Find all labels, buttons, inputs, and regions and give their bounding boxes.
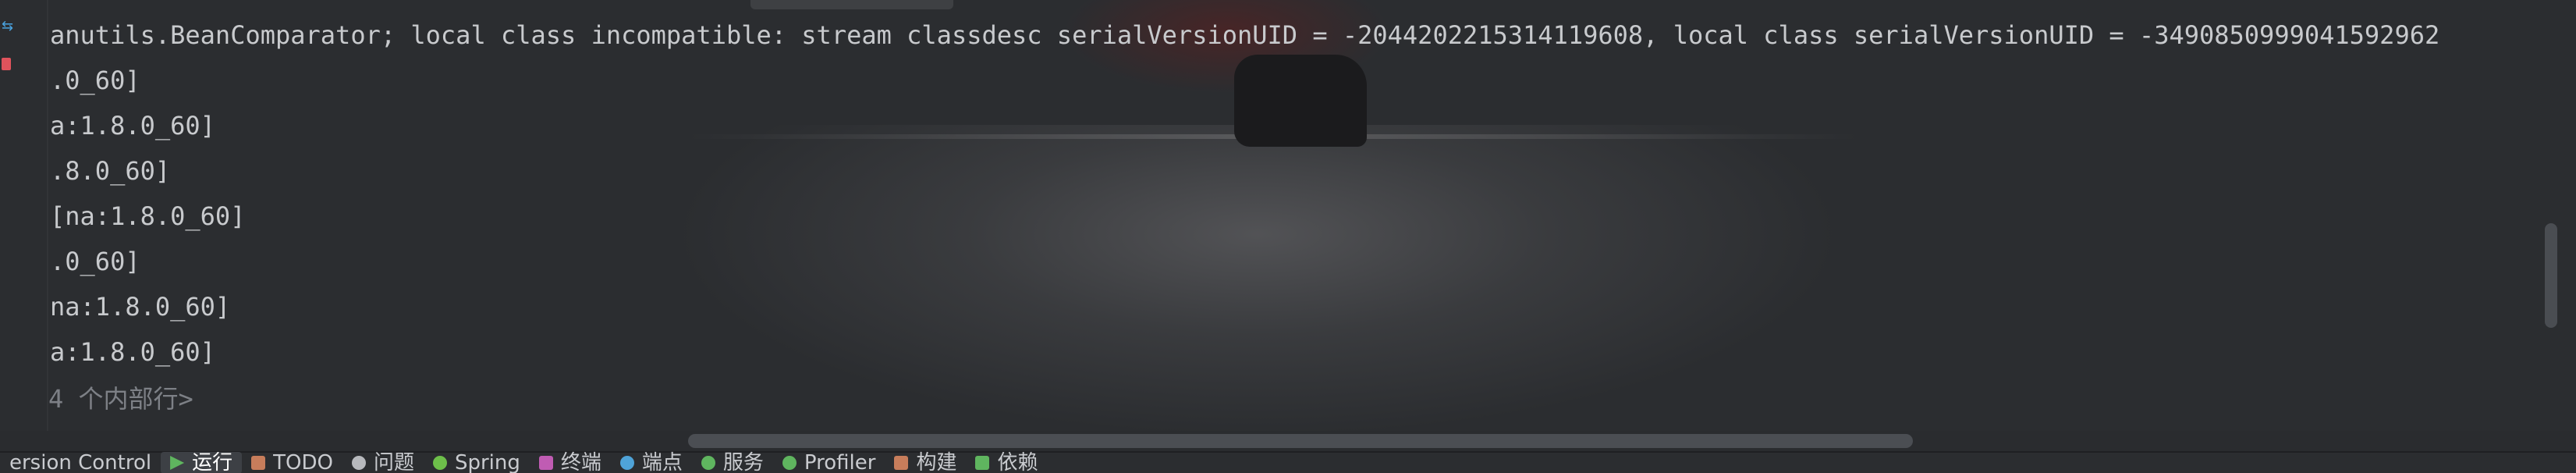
tool-tab-label: ersion Control (9, 451, 152, 473)
tool-tab-version-control[interactable]: ersion Control (0, 452, 161, 473)
tool-tab-spring[interactable]: Spring (424, 452, 530, 473)
todo-icon (251, 456, 266, 470)
tool-tab-label: Profiler (804, 451, 876, 473)
horizontal-scrollbar-thumb[interactable] (688, 434, 1913, 448)
tool-tab-profiler[interactable]: Profiler (773, 452, 885, 473)
build-icon (894, 456, 909, 470)
console-line: .0_60] (50, 66, 140, 95)
endpoints-icon (619, 456, 634, 470)
folded-lines[interactable]: + 4 个内部行> (48, 378, 193, 417)
tool-tab-terminal[interactable]: 终端 (530, 452, 611, 473)
console-line: .8.0_60] (50, 156, 171, 186)
tool-tab-problems[interactable]: 问题 (342, 452, 424, 473)
services-icon (701, 456, 715, 470)
tool-tab-endpoints[interactable]: 端点 (611, 452, 692, 473)
tool-tab-label: 依赖 (997, 451, 1038, 473)
tool-tab-build[interactable]: 构建 (885, 452, 966, 473)
tool-tab-label: 终端 (560, 451, 601, 473)
vertical-scrollbar-thumb[interactable] (2545, 223, 2557, 328)
run-icon (170, 456, 185, 470)
spring-icon (432, 456, 447, 470)
tool-tab-run[interactable]: 运行 (161, 451, 243, 473)
stop-icon[interactable] (2, 58, 11, 70)
ide-window: ⇆ anutils.BeanComparator; local class in… (0, 0, 2576, 473)
tool-tab-label: 服务 (722, 451, 764, 473)
console-line: anutils.BeanComparator; local class inco… (50, 20, 2440, 50)
tool-tab-label: 问题 (373, 451, 414, 473)
tool-tab-todo[interactable]: TODO (242, 452, 342, 473)
dependencies-icon (975, 456, 990, 470)
console-line: a:1.8.0_60] (50, 337, 215, 367)
tool-tab-label: 构建 (916, 451, 957, 473)
tool-tab-label: 端点 (641, 451, 683, 473)
restore-layout-icon[interactable]: ⇆ (2, 19, 14, 34)
tool-tab-label: TODO (273, 451, 333, 473)
vertical-scrollbar-track[interactable] (2553, 0, 2576, 431)
folded-lines-label[interactable]: 4 个内部行> (48, 379, 193, 415)
console-line: a:1.8.0_60] (50, 111, 215, 140)
background-art-tab (750, 0, 953, 9)
run-console[interactable]: anutils.BeanComparator; local class inco… (48, 0, 2553, 431)
console-line: [na:1.8.0_60] (50, 201, 246, 231)
console-line: na:1.8.0_60] (50, 292, 231, 322)
console-line: .0_60] (50, 247, 140, 276)
profiler-icon (782, 456, 797, 470)
tool-window-bar: ersion Control 运行 TODO 问题 Spring 终端 端点 服… (0, 451, 2576, 473)
console-output: anutils.BeanComparator; local class inco… (50, 17, 2439, 379)
tool-tab-dependencies[interactable]: 依赖 (966, 452, 1047, 473)
console-gutter: ⇆ (0, 0, 47, 431)
terminal-icon (538, 456, 553, 470)
problems-icon (351, 456, 366, 470)
tool-tab-label: Spring (454, 451, 520, 473)
tool-tab-services[interactable]: 服务 (692, 452, 773, 473)
tool-tab-label: 运行 (192, 451, 233, 473)
